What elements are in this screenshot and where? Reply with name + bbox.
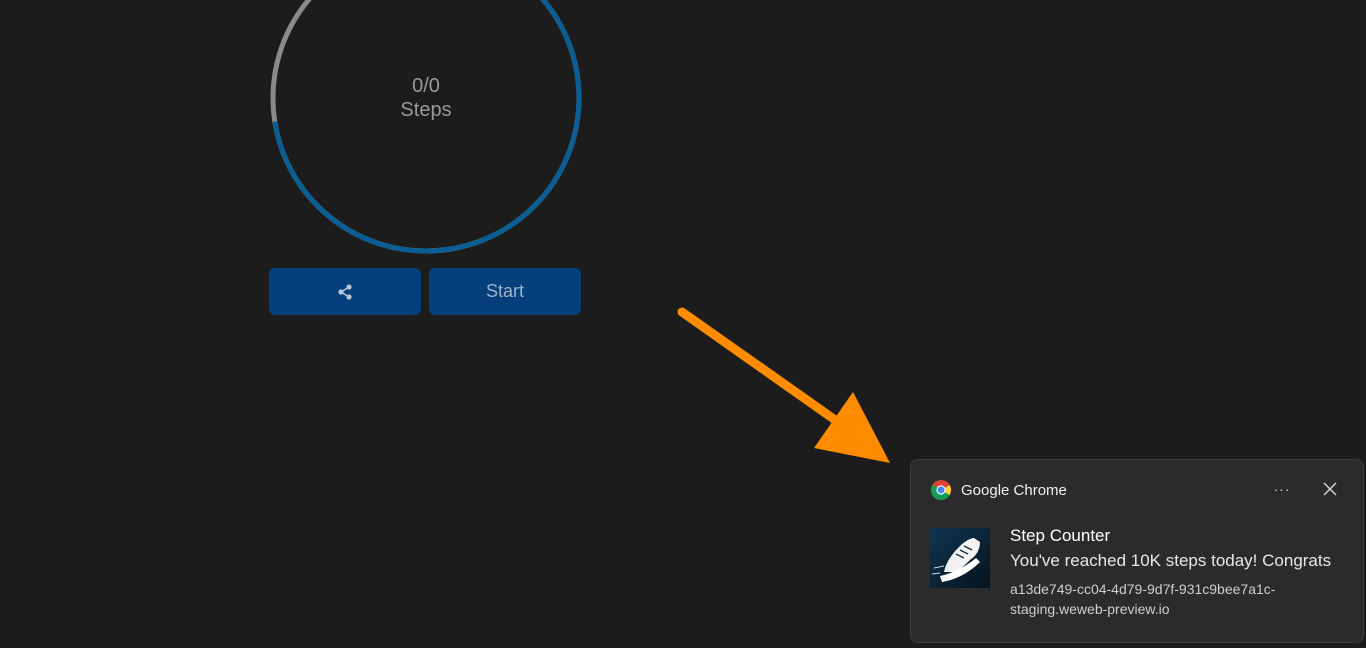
notification-source: a13de749-cc04-4d79-9d7f-931c9bee7a1c- st… <box>1010 579 1340 619</box>
notification-source-line-1: a13de749-cc04-4d79-9d7f-931c9bee7a1c- <box>1010 581 1276 597</box>
step-count-display: 0/0 Steps <box>268 0 584 256</box>
sneaker-app-icon <box>930 528 990 588</box>
chrome-notification-toast[interactable]: Google Chrome ··· Step Counter You've re… <box>910 459 1364 643</box>
step-unit-label: Steps <box>400 99 452 121</box>
start-button[interactable]: Start <box>429 268 581 315</box>
notification-app-name: Google Chrome <box>961 481 1067 499</box>
app-viewport: 0/0 Steps Start Google Chrome ··· Step C… <box>0 0 1366 648</box>
notification-message: You've reached 10K steps today! Congrats <box>1010 551 1332 570</box>
more-options-button[interactable]: ··· <box>1269 476 1295 502</box>
close-notification-button[interactable] <box>1317 476 1343 502</box>
notification-title: Step Counter <box>1010 526 1111 545</box>
step-progress-ring: 0/0 Steps <box>268 0 584 256</box>
step-count: 0/0 <box>412 75 440 97</box>
orange-arrow-annotation <box>677 307 890 463</box>
share-button[interactable] <box>269 268 421 315</box>
notification-source-line-2: staging.weweb-preview.io <box>1010 601 1170 617</box>
notification-header: Google Chrome <box>931 480 1067 500</box>
chrome-icon <box>931 480 951 500</box>
close-icon <box>1323 482 1337 496</box>
share-icon <box>338 283 352 300</box>
